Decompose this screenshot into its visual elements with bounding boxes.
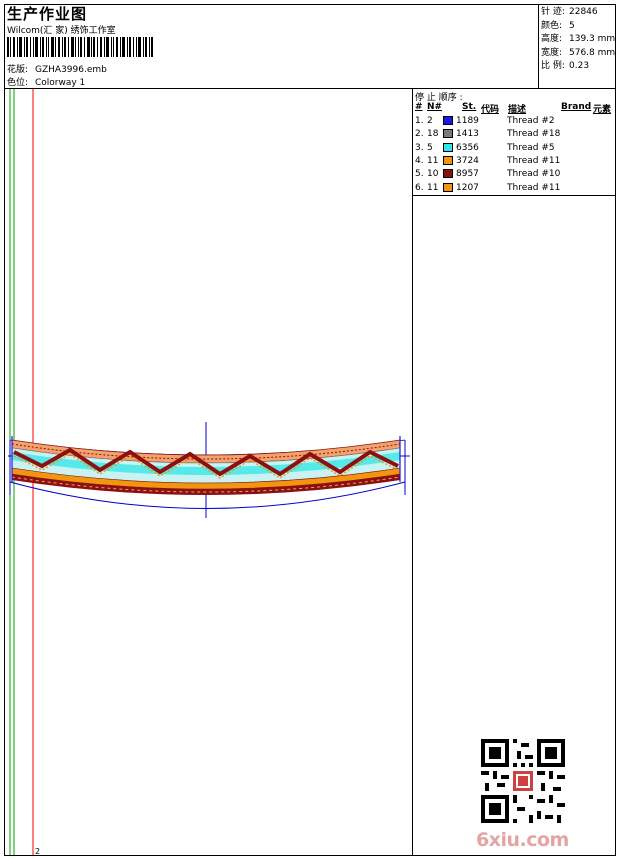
col-header-desc: 描述 — [508, 105, 527, 115]
stitch-count: 6356 — [456, 142, 479, 153]
design-file-label: 花版: — [7, 65, 29, 75]
row-index: 3. — [415, 142, 424, 153]
qr-code — [481, 739, 565, 823]
stat-colors: 颜色: 5 — [541, 20, 575, 31]
stats-divider — [538, 4, 539, 88]
row-index: 6. — [415, 182, 424, 193]
canvas-divider — [412, 88, 413, 856]
barcode — [7, 37, 153, 57]
needle-number: 2 — [427, 116, 433, 126]
design-stats: 针 迹: 22846 颜色: 5 高度: 139.3 mm 宽度: 576.8 mm 比… — [541, 6, 615, 74]
design-file-row: 花版: GZHA3996.emb — [7, 62, 107, 75]
color-swatch — [443, 155, 453, 165]
color-swatch — [443, 129, 453, 139]
col-header-num: # — [415, 102, 423, 112]
stat-width: 宽度: 576.8 mm — [541, 47, 616, 58]
needle-number: 11 — [427, 155, 439, 166]
stat-scale: 比 例: 0.23 — [541, 61, 590, 72]
thread-row: 6. 11 1207 Thread #11 — [415, 182, 615, 196]
thread-row: 2. 18 1413 Thread #18 — [415, 129, 615, 142]
needle-number: 5 — [427, 142, 433, 153]
needle-number: 10 — [427, 169, 439, 180]
stat-stitches: 针 迹: 22846 — [541, 7, 598, 17]
row-index: 1. — [415, 116, 424, 126]
thread-description: Thread #5 — [507, 142, 555, 153]
stitch-count: 1207 — [456, 182, 479, 193]
stitch-count: 3724 — [456, 155, 479, 166]
page-title: 生产作业图 — [7, 5, 88, 23]
thread-row: 5. 10 8957 Thread #10 — [415, 169, 615, 182]
stitch-count: 8957 — [456, 169, 479, 180]
stat-height: 高度: 139.3 mm — [541, 34, 616, 45]
row-index: 4. — [415, 155, 424, 166]
col-header-n: N# — [427, 102, 443, 112]
colorway-row: 色位: Colorway 1 — [7, 75, 85, 88]
thread-description: Thread #2 — [507, 116, 555, 126]
needle-number: 11 — [427, 182, 439, 193]
row-index: 5. — [415, 169, 424, 180]
stitch-count: 1189 — [456, 116, 479, 126]
company-name: Wilcom(汇 家) 绣饰工作室 — [7, 26, 116, 36]
thread-row: 1. 2 1189 Thread #2 — [415, 116, 615, 129]
row-index: 2. — [415, 129, 424, 140]
color-swatch — [443, 182, 453, 192]
qr-logo-stamp — [513, 771, 533, 791]
thread-row: 3. 5 6356 Thread #5 — [415, 142, 615, 156]
colorway-label: 色位: — [7, 78, 29, 88]
stitch-count: 1413 — [456, 129, 479, 140]
thread-row: 4. 11 3724 Thread #11 — [415, 155, 615, 169]
thread-description: Thread #11 — [507, 155, 561, 166]
header-divider — [4, 88, 616, 89]
color-swatch — [443, 116, 453, 125]
color-swatch — [443, 169, 453, 179]
needle-number: 18 — [427, 129, 439, 140]
col-header-code: 代码 — [481, 105, 500, 115]
color-swatch — [443, 142, 453, 152]
col-header-brand: Brand — [561, 102, 592, 112]
col-header-element: 元素 — [593, 105, 612, 115]
col-header-st: St. — [462, 102, 477, 112]
colorway-value: Colorway 1 — [35, 78, 86, 88]
thread-description: Thread #18 — [507, 129, 561, 140]
design-file-value: GZHA3996.emb — [35, 65, 107, 75]
thread-description: Thread #11 — [507, 182, 561, 193]
watermark: 6xiu.com — [476, 829, 569, 851]
thread-description: Thread #10 — [507, 169, 561, 180]
